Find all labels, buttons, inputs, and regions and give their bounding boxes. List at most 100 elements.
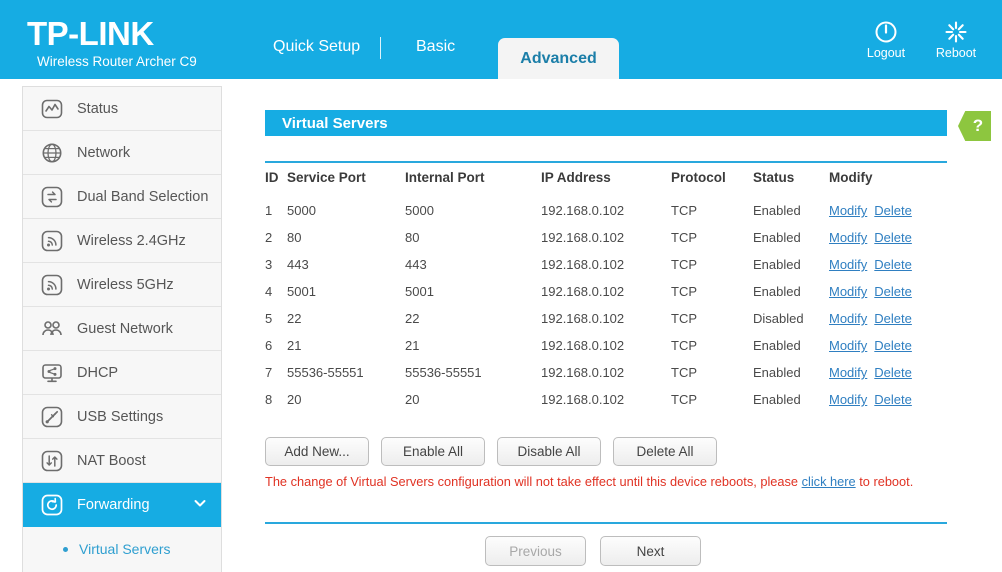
tab-advanced[interactable]: Advanced	[498, 38, 619, 79]
column-header-id: ID	[265, 170, 287, 197]
delete-link[interactable]: Delete	[874, 230, 912, 245]
cell-modify: Modify Delete	[829, 386, 947, 413]
reboot-link[interactable]: click here	[802, 474, 856, 489]
cell-modify: Modify Delete	[829, 278, 947, 305]
sidebar-item-dual-band-selection[interactable]: Dual Band Selection	[23, 175, 221, 219]
cell-service-port: 80	[287, 224, 405, 251]
sidebar-item-forwarding[interactable]: Forwarding	[23, 483, 221, 527]
delete-link[interactable]: Delete	[874, 311, 912, 326]
cell-ip-address: 192.168.0.102	[541, 197, 671, 224]
delete-link[interactable]: Delete	[874, 284, 912, 299]
modify-link[interactable]: Modify	[829, 257, 867, 272]
sidebar-item-label: Dual Band Selection	[77, 189, 208, 205]
sidebar-item-wireless-24ghz[interactable]: Wireless 2.4GHz	[23, 219, 221, 263]
logout-button[interactable]: Logout	[862, 20, 910, 60]
table-row: 8 20 20 192.168.0.102 TCP Enabled Modify…	[265, 386, 947, 413]
table-row: 7 55536-55551 55536-55551 192.168.0.102 …	[265, 359, 947, 386]
delete-link[interactable]: Delete	[874, 203, 912, 218]
delete-link[interactable]: Delete	[874, 392, 912, 407]
virtual-servers-table: ID Service Port Internal Port IP Address…	[265, 170, 947, 413]
sidebar-item-virtual-servers[interactable]: Virtual Servers	[23, 527, 221, 571]
tab-quick-setup[interactable]: Quick Setup	[273, 38, 360, 56]
cell-protocol: TCP	[671, 386, 753, 413]
modify-link[interactable]: Modify	[829, 284, 867, 299]
cell-protocol: TCP	[671, 332, 753, 359]
delete-link[interactable]: Delete	[874, 338, 912, 353]
cell-modify: Modify Delete	[829, 197, 947, 224]
cell-id: 4	[265, 278, 287, 305]
sidebar-item-label: Status	[77, 101, 118, 117]
modify-link[interactable]: Modify	[829, 365, 867, 380]
globe-icon	[39, 140, 65, 166]
cell-internal-port: 5001	[405, 278, 541, 305]
usb-icon	[39, 404, 65, 430]
next-page-button[interactable]: Next	[600, 536, 701, 566]
table-header-row: ID Service Port Internal Port IP Address…	[265, 170, 947, 197]
cell-protocol: TCP	[671, 359, 753, 386]
cell-status: Enabled	[753, 386, 829, 413]
sidebar-item-dhcp[interactable]: DHCP	[23, 351, 221, 395]
sidebar-item-label: Wireless 2.4GHz	[77, 233, 186, 249]
chevron-down-icon	[193, 496, 207, 514]
table-row: 4 5001 5001 192.168.0.102 TCP Enabled Mo…	[265, 278, 947, 305]
sidebar-item-guest-network[interactable]: Guest Network	[23, 307, 221, 351]
cell-protocol: TCP	[671, 197, 753, 224]
table-row: 5 22 22 192.168.0.102 TCP Disabled Modif…	[265, 305, 947, 332]
modify-link[interactable]: Modify	[829, 392, 867, 407]
modify-link[interactable]: Modify	[829, 203, 867, 218]
table-bottom-rule	[265, 522, 947, 524]
modify-link[interactable]: Modify	[829, 311, 867, 326]
column-header-service-port: Service Port	[287, 170, 405, 197]
tab-basic[interactable]: Basic	[416, 38, 455, 56]
cell-status: Enabled	[753, 278, 829, 305]
sidebar-item-label: Forwarding	[77, 497, 150, 513]
dhcp-icon	[39, 360, 65, 386]
cell-ip-address: 192.168.0.102	[541, 278, 671, 305]
router-admin-page: TP-LINK Wireless Router Archer C9 Quick …	[0, 0, 1002, 572]
disable-all-button[interactable]: Disable All	[497, 437, 601, 466]
cell-service-port: 55536-55551	[287, 359, 405, 386]
delete-link[interactable]: Delete	[874, 257, 912, 272]
warning-text-before: The change of Virtual Servers configurat…	[265, 474, 802, 489]
sidebar-item-usb-settings[interactable]: USB Settings	[23, 395, 221, 439]
table-top-rule	[265, 161, 947, 163]
cell-protocol: TCP	[671, 278, 753, 305]
cell-id: 2	[265, 224, 287, 251]
modify-link[interactable]: Modify	[829, 230, 867, 245]
help-button[interactable]: ?	[958, 111, 991, 141]
delete-all-button[interactable]: Delete All	[613, 437, 717, 466]
cell-status: Enabled	[753, 224, 829, 251]
guest-network-icon	[39, 316, 65, 342]
sidebar-item-label: DHCP	[77, 365, 118, 381]
cell-service-port: 5001	[287, 278, 405, 305]
previous-page-button[interactable]: Previous	[485, 536, 586, 566]
pagination-controls: Previous Next	[223, 536, 963, 566]
enable-all-button[interactable]: Enable All	[381, 437, 485, 466]
wireless-icon	[39, 228, 65, 254]
sidebar-nav: Status Network	[22, 86, 222, 572]
cell-internal-port: 80	[405, 224, 541, 251]
cell-internal-port: 55536-55551	[405, 359, 541, 386]
delete-link[interactable]: Delete	[874, 365, 912, 380]
reboot-label: Reboot	[936, 46, 976, 60]
cell-service-port: 20	[287, 386, 405, 413]
sidebar-item-label: Wireless 5GHz	[77, 277, 174, 293]
modify-link[interactable]: Modify	[829, 338, 867, 353]
cell-status: Disabled	[753, 305, 829, 332]
sidebar-item-network[interactable]: Network	[23, 131, 221, 175]
power-icon	[874, 20, 898, 44]
header-actions: Logout	[862, 20, 980, 60]
add-new-button[interactable]: Add New...	[265, 437, 369, 466]
reboot-button[interactable]: Reboot	[932, 20, 980, 60]
cell-internal-port: 22	[405, 305, 541, 332]
cell-modify: Modify Delete	[829, 251, 947, 278]
column-header-ip-address: IP Address	[541, 170, 671, 197]
cell-protocol: TCP	[671, 251, 753, 278]
column-header-protocol: Protocol	[671, 170, 753, 197]
cell-protocol: TCP	[671, 305, 753, 332]
nat-boost-icon	[39, 448, 65, 474]
sidebar-item-nat-boost[interactable]: NAT Boost	[23, 439, 221, 483]
sidebar-item-status[interactable]: Status	[23, 87, 221, 131]
sidebar-item-wireless-5ghz[interactable]: Wireless 5GHz	[23, 263, 221, 307]
reboot-warning-message: The change of Virtual Servers configurat…	[265, 474, 937, 490]
